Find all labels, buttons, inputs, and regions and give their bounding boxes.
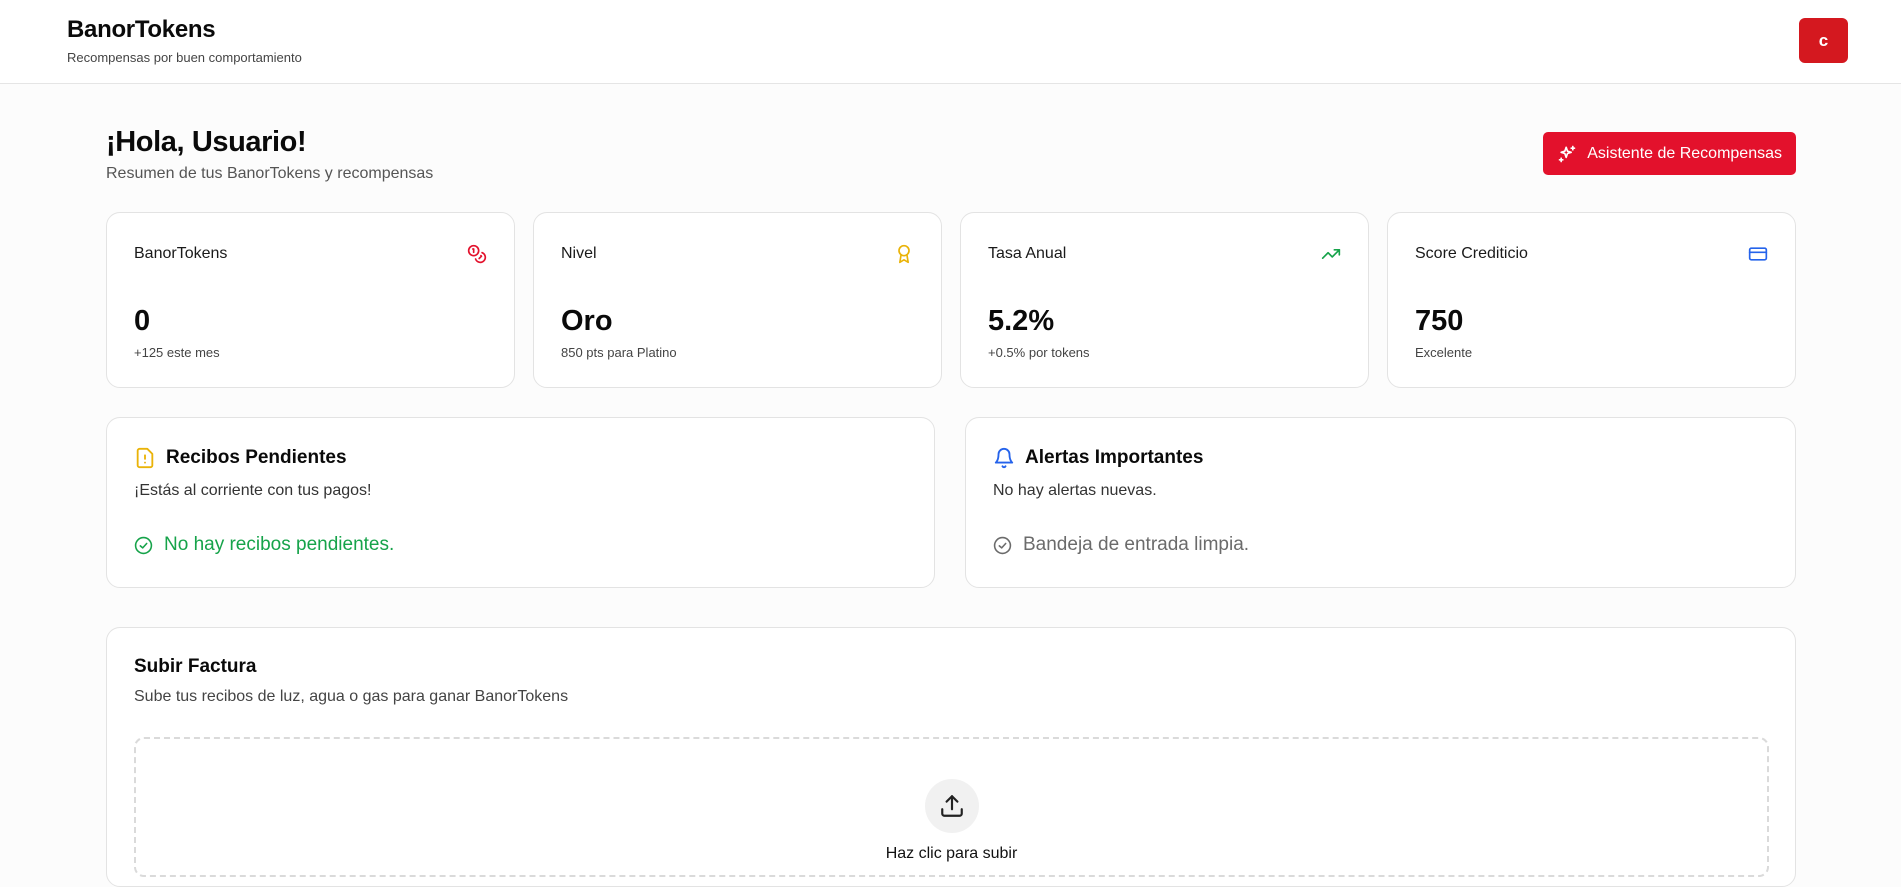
important-alerts-description: No hay alertas nuevas. <box>993 482 1157 499</box>
app-title: BanorTokens <box>67 16 216 43</box>
credit-card-icon <box>1748 247 1768 261</box>
page-title: ¡Hola, Usuario! <box>106 126 307 158</box>
important-alerts-status-text: Bandeja de entrada limpia. <box>1023 534 1250 555</box>
rewards-assistant-button[interactable]: Asistente de Recompensas <box>1543 132 1796 175</box>
stat-label: Tasa Anual <box>988 245 1067 262</box>
stat-value: 750 <box>1415 305 1464 337</box>
stat-sub: Excelente <box>1415 345 1473 360</box>
important-alerts-title: Alertas Importantes <box>1025 447 1204 468</box>
user-avatar-button[interactable]: c <box>1799 18 1848 63</box>
sparkles-icon <box>1558 145 1576 162</box>
stat-card-nivel: Nivel Oro 850 pts para Platino <box>533 212 942 388</box>
check-circle-icon <box>134 536 153 554</box>
stats-row: BanorTokens 0 +125 este mes Nivel Oro 85… <box>106 212 1796 388</box>
rewards-assistant-label: Asistente de Recompensas <box>1587 144 1782 162</box>
stat-label: BanorTokens <box>134 245 228 262</box>
stat-value: 0 <box>134 305 151 337</box>
page-subtitle: Resumen de tus BanorTokens y recompensas <box>106 165 434 182</box>
check-circle-icon <box>993 536 1012 554</box>
stat-card-score-crediticio: Score Crediticio 750 Excelente <box>1387 212 1796 388</box>
stat-label: Score Crediticio <box>1415 245 1528 262</box>
upload-invoice-card: Subir Factura Sube tus recibos de luz, a… <box>106 627 1796 887</box>
app-subtitle: Recompensas por buen comportamiento <box>67 50 302 65</box>
pending-receipts-status: No hay recibos pendientes. <box>134 534 394 556</box>
bell-icon <box>994 448 1014 469</box>
pending-receipts-title: Recibos Pendientes <box>166 447 347 468</box>
stat-sub: +125 este mes <box>134 345 220 360</box>
stat-value: 5.2% <box>988 305 1055 337</box>
stat-card-tasa-anual: Tasa Anual 5.2% +0.5% por tokens <box>960 212 1369 388</box>
upload-icon-circle <box>925 779 979 833</box>
file-warning-icon <box>136 447 154 469</box>
greeting: ¡Hola, Usuario! Resumen de tus BanorToke… <box>106 126 433 183</box>
important-alerts-card: Alertas Importantes No hay alertas nueva… <box>965 417 1796 588</box>
upload-invoice-title: Subir Factura <box>134 656 257 677</box>
pending-receipts-card: Recibos Pendientes ¡Estás al corriente c… <box>106 417 935 588</box>
pending-receipts-header: Recibos Pendientes <box>134 447 347 469</box>
pending-receipts-status-text: No hay recibos pendientes. <box>164 534 395 555</box>
coins-icon <box>467 244 487 264</box>
stat-card-banortokens: BanorTokens 0 +125 este mes <box>106 212 515 388</box>
important-alerts-header: Alertas Importantes <box>993 447 1203 469</box>
brand: BanorTokens Recompensas por buen comport… <box>67 16 302 65</box>
award-icon <box>898 244 910 264</box>
stat-label: Nivel <box>561 245 597 262</box>
top-bar: BanorTokens Recompensas por buen comport… <box>0 0 1901 84</box>
pending-receipts-description: ¡Estás al corriente con tus pagos! <box>134 482 372 499</box>
upload-cta: Haz clic para subir <box>885 845 1018 862</box>
upload-dropzone[interactable]: Haz clic para subir <box>134 737 1769 877</box>
upload-icon <box>941 795 963 817</box>
important-alerts-status: Bandeja de entrada limpia. <box>993 534 1249 556</box>
stat-sub: +0.5% por tokens <box>988 345 1090 360</box>
upload-invoice-description: Sube tus recibos de luz, agua o gas para… <box>134 688 569 705</box>
stat-value: Oro <box>561 305 613 337</box>
panels-row: Recibos Pendientes ¡Estás al corriente c… <box>106 417 1796 588</box>
trending-up-icon <box>1321 249 1341 259</box>
stat-sub: 850 pts para Platino <box>561 345 677 360</box>
